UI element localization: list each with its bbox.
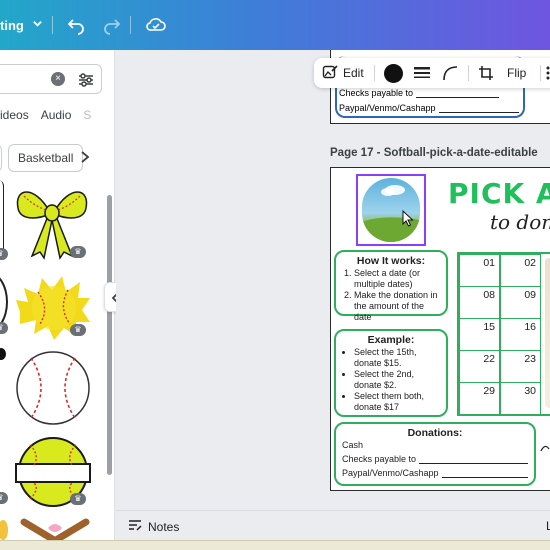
date-grid: 01 02 08 09 15 16 22 23 29 30: [457, 252, 550, 416]
grid-cell[interactable]: 02: [500, 254, 541, 287]
how-step: Select a date (or multiple dates): [354, 268, 440, 290]
clear-search-icon[interactable]: ×: [51, 72, 65, 86]
prev-paypal-row: Paypal/Venmo/Cashapp: [339, 103, 519, 113]
baseball-graphic[interactable]: [15, 350, 91, 431]
app-root: { "topbar": { "menu_label": "ting", "col…: [0, 0, 550, 550]
toolbar-divider: [374, 65, 375, 81]
tab-audio[interactable]: Audio: [41, 108, 72, 124]
search-input[interactable]: ×: [0, 64, 102, 94]
flip-button[interactable]: Flip: [507, 58, 526, 88]
example-title: Example:: [367, 334, 415, 346]
chip-partial[interactable]: [0, 144, 2, 172]
paypal-row: Paypal/Venmo/Cashapp: [342, 468, 528, 478]
grid-cell[interactable]: 30: [500, 382, 541, 415]
toolbar-divider: [130, 16, 131, 34]
top-bar: ting: [0, 0, 550, 50]
example-item: Select the 2nd, donate $2.: [354, 369, 440, 391]
partial-control[interactable]: L: [546, 519, 550, 533]
toolbar-divider: [52, 16, 53, 34]
partial-graphic[interactable]: [0, 348, 6, 360]
softball-bow-graphic[interactable]: ♛: [12, 182, 92, 265]
grid-cell[interactable]: 15: [459, 318, 500, 351]
crop-icon[interactable]: [478, 58, 494, 88]
crown-icon: ♛: [0, 492, 8, 504]
crown-icon: ♛: [70, 493, 86, 505]
prev-checks-row: Checks payable to: [339, 88, 499, 98]
checks-row: Checks payable to: [342, 454, 528, 464]
grid-cell[interactable]: 09: [500, 286, 541, 319]
notes-bar: Notes L: [116, 510, 550, 540]
chevron-right-icon[interactable]: [80, 150, 90, 167]
page-heading: PICK A: [448, 177, 550, 210]
edit-image-icon: [322, 64, 338, 83]
partial-graphic[interactable]: [0, 180, 4, 255]
bat-decoration-graphic: [545, 258, 550, 408]
paypal-label: Paypal/Venmo/Cashapp: [342, 468, 439, 478]
flip-label: Flip: [507, 66, 527, 80]
grid-cell[interactable]: 01: [459, 254, 500, 287]
donations-box: Donations: Cash Checks payable to Paypal…: [334, 422, 536, 486]
page-subheading: to don: [490, 210, 550, 234]
example-item: Select them both, donate $17: [354, 391, 440, 413]
chip-basketball[interactable]: Basketball: [8, 144, 84, 172]
selected-image-frame[interactable]: [356, 174, 426, 246]
graphics-grid: ♛ ♛ ♛ ♛: [0, 180, 108, 540]
toolbar-divider: [540, 65, 541, 81]
cash-label: Cash: [342, 440, 364, 450]
elements-panel: × ideos Audio S Basketball ♛ ♛ ♛: [0, 50, 115, 540]
grid-cell[interactable]: 08: [459, 286, 500, 319]
edit-button[interactable]: Edit: [322, 58, 364, 88]
toolbar-divider: [468, 65, 469, 81]
corner-rounding-icon[interactable]: [442, 58, 458, 88]
example-item: Select the 15th, donate $15.: [354, 347, 440, 369]
content-tabs: ideos Audio S: [0, 108, 91, 124]
softball-monogram-graphic[interactable]: ♛: [14, 435, 92, 514]
notes-icon: [128, 519, 142, 534]
file-menu-button[interactable]: ting: [0, 0, 43, 50]
grid-cell[interactable]: 23: [500, 350, 541, 383]
crossed-bats-graphic[interactable]: [20, 518, 90, 540]
crown-icon: ♛: [70, 324, 86, 336]
chevron-down-icon: [32, 18, 43, 32]
taskbar-strip: [0, 540, 550, 550]
how-it-works-box: How It works: Select a date (or multiple…: [334, 250, 448, 322]
more-icon[interactable]: [546, 58, 550, 88]
grid-cell[interactable]: 22: [459, 350, 500, 383]
filter-icon[interactable]: [77, 71, 95, 89]
cloud-save-icon[interactable]: [144, 13, 168, 37]
tab-videos[interactable]: ideos: [0, 108, 29, 124]
prev-paypal-label: Paypal/Venmo/Cashapp: [339, 103, 436, 113]
crown-icon: ♛: [0, 322, 8, 334]
softball-splash-graphic[interactable]: ♛: [14, 272, 92, 349]
panel-scrollbar[interactable]: [107, 195, 112, 475]
prev-checks-label: Checks payable to: [339, 88, 414, 98]
redo-icon[interactable]: [100, 13, 124, 37]
tab-more[interactable]: S: [83, 108, 91, 124]
undo-icon[interactable]: [64, 13, 88, 37]
notes-label: Notes: [148, 519, 180, 534]
grid-cell[interactable]: 29: [459, 382, 500, 415]
donations-title: Donations:: [407, 427, 463, 439]
notes-button[interactable]: Notes: [128, 519, 179, 534]
example-box: Example: Select the 15th, donate $15. Se…: [334, 329, 448, 417]
decorative-swirl-icon: [540, 440, 550, 458]
menu-label: ting: [0, 17, 24, 33]
element-toolbar: Edit Flip: [314, 58, 550, 88]
grid-cell[interactable]: 16: [500, 318, 541, 351]
color-swatch-icon[interactable]: [384, 58, 403, 88]
how-step: Make the donation in the amount of the d…: [354, 290, 440, 323]
edit-label: Edit: [343, 66, 364, 80]
crown-icon: ♛: [70, 246, 86, 258]
page-title[interactable]: Page 17 - Softball-pick-a-date-editable: [330, 147, 538, 159]
partial-graphic[interactable]: [0, 520, 8, 540]
crown-icon: ♛: [0, 248, 8, 260]
how-title: How It works:: [356, 255, 426, 267]
checks-label: Checks payable to: [342, 454, 417, 464]
border-style-icon[interactable]: [414, 58, 430, 88]
mouse-cursor-icon: [402, 209, 414, 232]
